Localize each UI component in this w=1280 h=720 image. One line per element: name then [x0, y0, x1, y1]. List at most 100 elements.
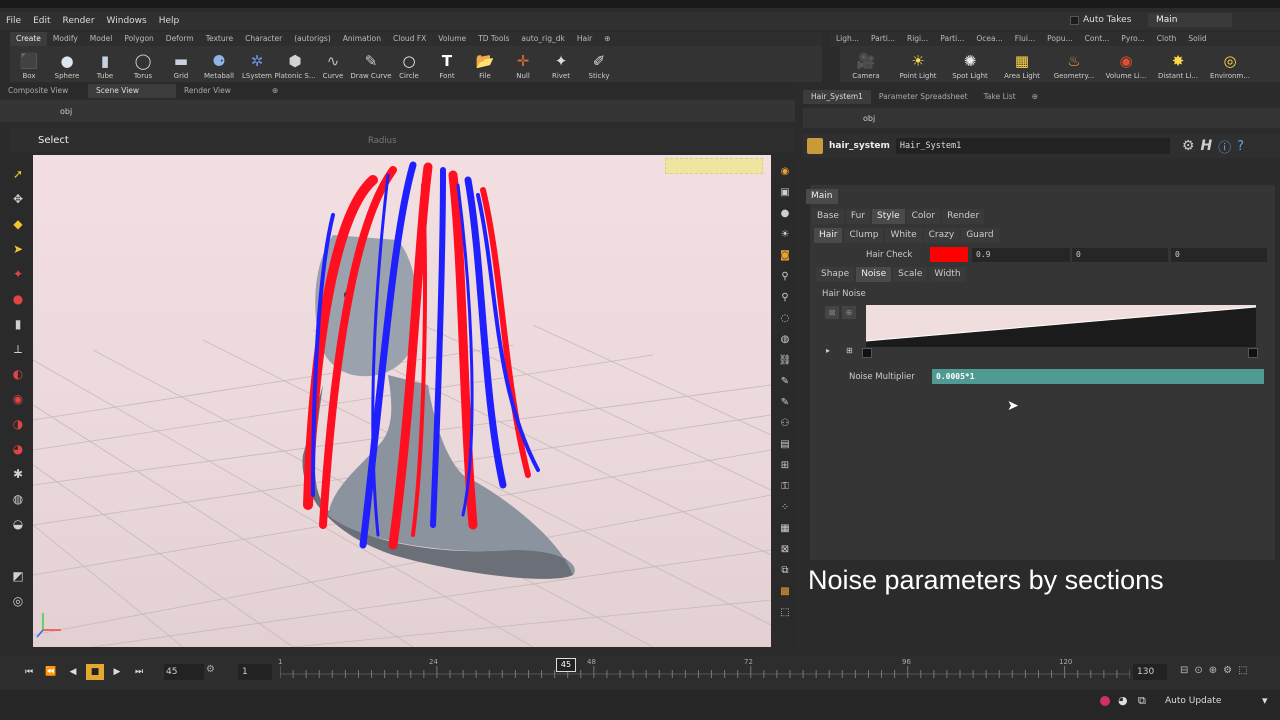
hair-check-field-3[interactable]: 0	[1171, 248, 1267, 262]
gear-icon[interactable]: ⚙	[1182, 138, 1195, 154]
export-icon[interactable]: ⬚	[776, 603, 794, 622]
bone-icon[interactable]: ⚲	[776, 267, 794, 286]
tab-fur[interactable]: Fur	[845, 209, 871, 224]
eraser-icon[interactable]: ◩	[8, 565, 28, 587]
tool-torus[interactable]: ◯ Torus	[124, 46, 162, 82]
menu-file[interactable]: File	[0, 16, 27, 26]
stop-icon[interactable]: ■	[86, 664, 104, 680]
end-frame-field[interactable]: 130	[1133, 664, 1167, 680]
shelf-tab-lights[interactable]: Ligh...	[830, 32, 865, 46]
tool-geometry-light[interactable]: ♨ Geometry...	[1048, 46, 1100, 82]
help-icon[interactable]: ?	[1237, 139, 1244, 154]
tab-crazy[interactable]: Crazy	[923, 228, 960, 243]
tool-platonic[interactable]: ⬢ Platonic S...	[274, 46, 315, 82]
tab-hair-system1[interactable]: Hair_System1	[803, 90, 871, 104]
brush-icon[interactable]: ◕	[8, 438, 28, 460]
desktop-selector[interactable]: Main	[1148, 13, 1232, 27]
transform-icon[interactable]: ✦	[8, 263, 28, 285]
tab-clump[interactable]: Clump	[844, 228, 884, 243]
shelf-tab-solid[interactable]: Solid	[1182, 32, 1212, 46]
start-frame-field[interactable]: 1	[238, 664, 272, 680]
tab-noise[interactable]: Noise	[856, 267, 892, 282]
add-pane-tab-icon[interactable]: ⊕	[264, 84, 284, 98]
tab-composite-view[interactable]: Composite View	[0, 84, 88, 98]
shelf-tab-cloud-fx[interactable]: Cloud FX	[387, 32, 432, 46]
magnet-icon[interactable]: ◉	[8, 388, 28, 410]
paint-icon[interactable]: ✎	[776, 393, 794, 412]
tool-file[interactable]: 📂 File	[466, 46, 504, 82]
tool-metaball[interactable]: ⚈ Metaball	[200, 46, 238, 82]
shelf-tab-create[interactable]: Create	[10, 32, 47, 46]
ramp-grid-icon[interactable]: ⊞	[846, 346, 853, 355]
current-frame-field[interactable]: 45	[164, 664, 204, 680]
help-h-icon[interactable]: H	[1200, 138, 1212, 154]
handle-icon[interactable]: ▮	[8, 313, 28, 335]
snapshot-icon[interactable]: ⊠	[776, 540, 794, 559]
tab-base[interactable]: Base	[812, 209, 844, 224]
tool-tube[interactable]: ▮ Tube	[86, 46, 124, 82]
menu-render[interactable]: Render	[57, 16, 101, 26]
pointer-icon[interactable]: ➤	[8, 238, 28, 260]
link-icon[interactable]: ⛓	[776, 351, 794, 370]
shelf-tab-container[interactable]: Cont...	[1079, 32, 1116, 46]
add-param-tab-icon[interactable]: ⊕	[1024, 90, 1046, 104]
ramp-key-end[interactable]	[1248, 348, 1258, 358]
shelf-tab-autorigs[interactable]: (autorigs)	[288, 32, 337, 46]
hair-check-field-2[interactable]: 0	[1072, 248, 1168, 262]
tool-spot-light[interactable]: ✺ Spot Light	[944, 46, 996, 82]
tool-draw-curve[interactable]: ✎ Draw Curve	[350, 46, 391, 82]
step-back-icon[interactable]: ⏪	[42, 664, 60, 680]
light-view-icon[interactable]: ◒	[8, 513, 28, 535]
viewport-path-bar[interactable]: obj	[0, 100, 795, 122]
lock-icon[interactable]: ⚿	[776, 477, 794, 496]
shading-icon[interactable]: ▣	[776, 183, 794, 202]
tool-null[interactable]: ✛ Null	[504, 46, 542, 82]
gear-icon[interactable]: ✱	[8, 463, 28, 485]
ramp-add-icon[interactable]: ⊕	[842, 306, 856, 319]
play-forward-icon[interactable]: ▶	[108, 664, 126, 680]
record-indicator-icon[interactable]	[1100, 696, 1110, 706]
camera-view-icon[interactable]: ◍	[8, 488, 28, 510]
template-icon[interactable]: ▤	[776, 435, 794, 454]
rotate-icon[interactable]: ◆	[8, 213, 28, 235]
camera-lock-icon[interactable]: ◙	[776, 246, 794, 265]
grid-toggle-icon[interactable]: ⊞	[776, 456, 794, 475]
timeline-options-icons[interactable]: ⊟⊙⊕⚙⬚	[1180, 665, 1254, 676]
tool-font[interactable]: T Font	[428, 46, 466, 82]
tab-parameter-spreadsheet[interactable]: Parameter Spreadsheet	[871, 90, 976, 104]
tab-width[interactable]: Width	[929, 267, 966, 282]
tool-circle[interactable]: ○ Circle	[390, 46, 428, 82]
node-name-field[interactable]: Hair_System1	[895, 138, 1170, 154]
shelf-tab-cloth[interactable]: Cloth	[1151, 32, 1183, 46]
shelf-tab-pyro[interactable]: Pyro...	[1115, 32, 1151, 46]
tab-style[interactable]: Style	[872, 209, 905, 224]
normals-icon[interactable]: ◍	[776, 330, 794, 349]
tab-scene-view[interactable]: Scene View	[88, 84, 176, 98]
tab-render[interactable]: Render	[942, 209, 985, 224]
points-icon[interactable]: ◌	[776, 309, 794, 328]
shelf-tab-ocean[interactable]: Ocea...	[970, 32, 1008, 46]
shelf-tab-td-tools[interactable]: TD Tools	[472, 32, 515, 46]
tool-grid[interactable]: ▬ Grid	[162, 46, 200, 82]
shelf-tab-auto-rig-dk[interactable]: auto_rig_dk	[515, 32, 570, 46]
chat-icon[interactable]: ◕	[1118, 694, 1128, 707]
play-reverse-icon[interactable]: ◀	[64, 664, 82, 680]
tool-box[interactable]: ⬛ Box	[10, 46, 48, 82]
auto-takes-toggle[interactable]: Auto Takes	[1070, 13, 1131, 27]
tool-curve[interactable]: ∿ Curve	[314, 46, 352, 82]
shelf-tab-hair[interactable]: Hair	[571, 32, 598, 46]
ramp-key-start[interactable]	[862, 348, 872, 358]
shelf-tab-deform[interactable]: Deform	[160, 32, 200, 46]
menu-edit[interactable]: Edit	[27, 16, 56, 26]
select-arrow-icon[interactable]: ➚	[8, 163, 28, 185]
hair-check-color-swatch[interactable]	[930, 247, 968, 262]
tool-point-light[interactable]: ☀ Point Light	[892, 46, 944, 82]
shelf-tab-particles[interactable]: Parti...	[865, 32, 901, 46]
tab-guard[interactable]: Guard	[961, 228, 999, 243]
pose-icon[interactable]: ⟂	[8, 338, 28, 360]
ramp-expand-icon[interactable]: ▸	[826, 346, 830, 355]
tab-color[interactable]: Color	[906, 209, 941, 224]
tab-main[interactable]: Main	[806, 189, 838, 204]
add-shelf-tab-icon[interactable]: ⊕	[598, 32, 616, 46]
shelf-tab-populate[interactable]: Popu...	[1041, 32, 1079, 46]
